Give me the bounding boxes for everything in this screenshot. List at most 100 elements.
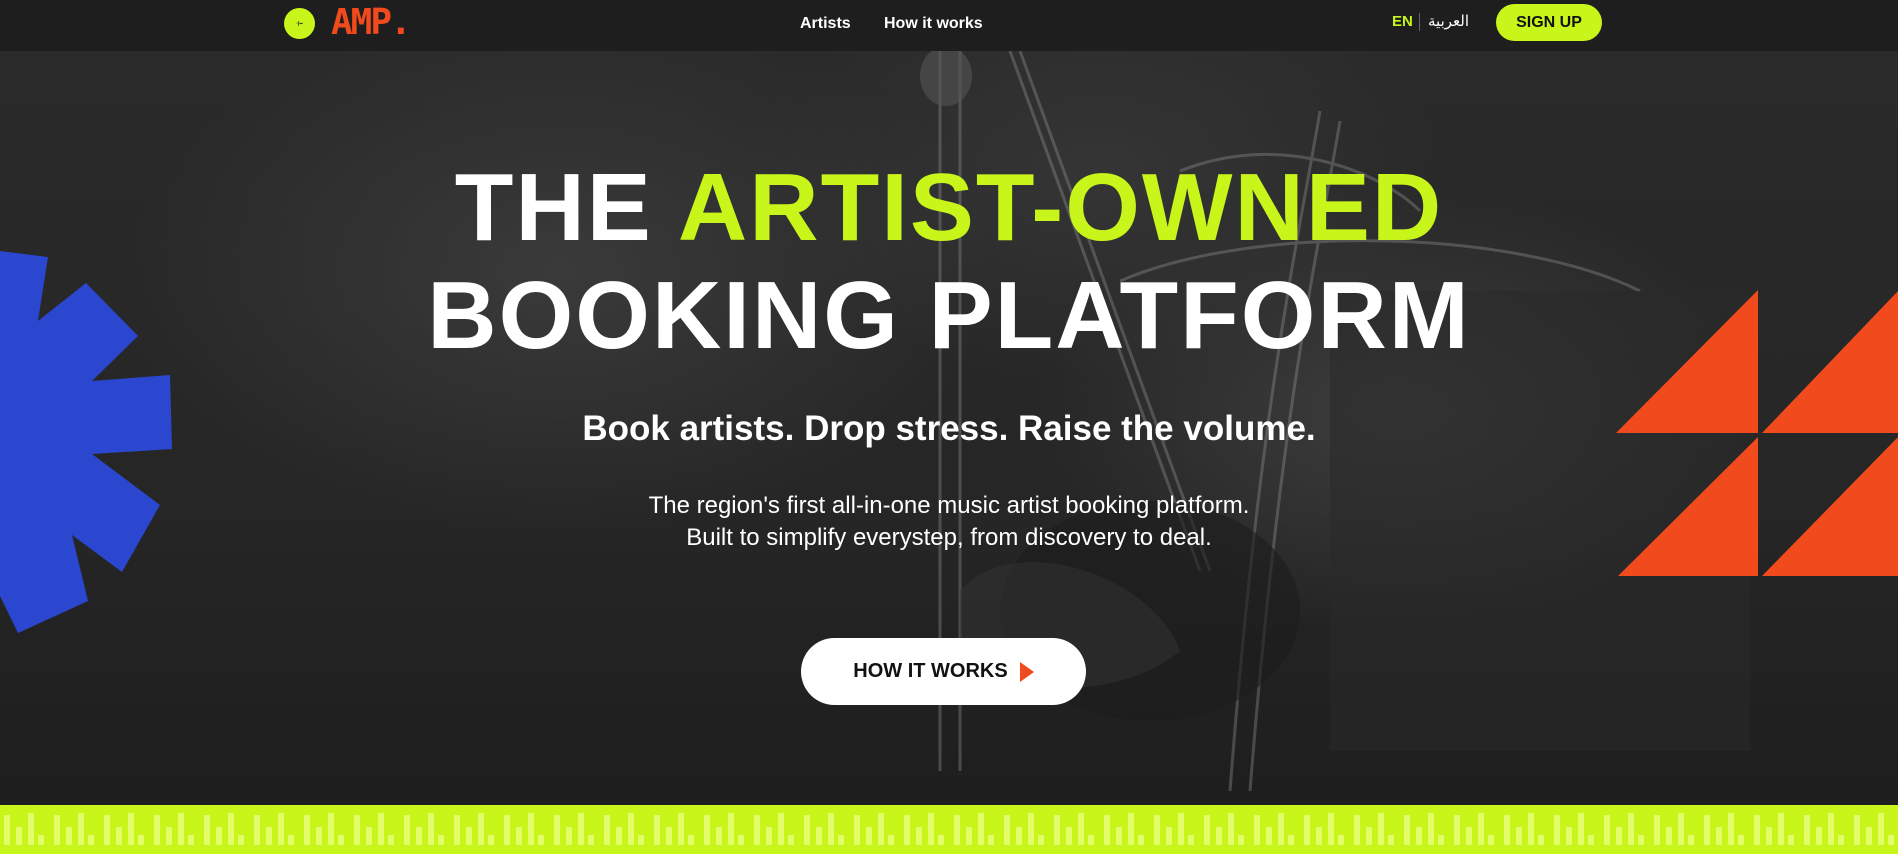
strip-mark [816, 827, 822, 845]
logo-badge-text: ·|▪▪ [296, 20, 303, 27]
strip-mark [1438, 835, 1444, 845]
strip-mark [1204, 815, 1210, 845]
strip-mark [1088, 835, 1094, 845]
strip-mark [788, 835, 794, 845]
strip-mark [1478, 813, 1484, 845]
strip-mark [1266, 827, 1272, 845]
strip-mark [1428, 813, 1434, 845]
strip-mark [1028, 813, 1034, 845]
strip-mark [1078, 813, 1084, 845]
logo-badge-icon[interactable]: ·|▪▪ [284, 8, 315, 39]
strip-mark [1666, 827, 1672, 845]
strip-mark [1188, 835, 1194, 845]
strip-mark [16, 827, 22, 845]
strip-mark [1516, 827, 1522, 845]
strip-mark [1254, 815, 1260, 845]
hero-title-line-2: BOOKING PLATFORM [427, 262, 1471, 369]
strip-mark [188, 835, 194, 845]
strip-mark [228, 813, 234, 845]
language-en-button[interactable]: EN [1392, 12, 1413, 32]
how-it-works-button[interactable]: HOW IT WORKS [801, 638, 1086, 705]
strip-mark [1678, 813, 1684, 845]
strip-mark [1488, 835, 1494, 845]
logo-wordmark[interactable]: AMP. [331, 2, 412, 44]
strip-mark [216, 827, 222, 845]
strip-mark [1704, 815, 1710, 845]
top-nav: ·|▪▪ AMP. Artists How it works EN العربي… [0, 0, 1898, 51]
strip-mark [66, 827, 72, 845]
strip-mark [404, 815, 410, 845]
strip-mark [1128, 813, 1134, 845]
strip-mark [654, 815, 660, 845]
strip-mark [1038, 835, 1044, 845]
pattern-strip-graphic [4, 813, 1894, 845]
strip-mark [688, 835, 694, 845]
strip-mark [1816, 827, 1822, 845]
strip-mark [278, 813, 284, 845]
strip-mark [1238, 835, 1244, 845]
hero-title-plain: THE [454, 154, 678, 261]
tuning-peg-shape [920, 51, 972, 106]
strip-mark [1404, 815, 1410, 845]
strip-mark [28, 813, 34, 845]
strip-mark [988, 835, 994, 845]
strip-mark [666, 827, 672, 845]
strip-mark [1604, 815, 1610, 845]
strip-mark [904, 815, 910, 845]
strip-mark [288, 835, 294, 845]
strip-mark [1388, 835, 1394, 845]
strip-mark [116, 827, 122, 845]
strip-mark [1766, 827, 1772, 845]
strip-mark [1216, 827, 1222, 845]
strip-mark [1888, 835, 1894, 845]
strip-mark [1566, 827, 1572, 845]
strip-mark [378, 813, 384, 845]
strip-mark [1828, 813, 1834, 845]
strip-mark [1416, 827, 1422, 845]
strip-mark [1366, 827, 1372, 845]
strip-mark [928, 813, 934, 845]
strip-mark [1804, 815, 1810, 845]
strip-mark [1628, 813, 1634, 845]
strip-mark [1004, 815, 1010, 845]
nav-link-how-it-works[interactable]: How it works [884, 14, 983, 34]
strip-mark [1838, 835, 1844, 845]
strip-mark [154, 815, 160, 845]
strip-mark [678, 813, 684, 845]
strip-mark [454, 815, 460, 845]
strip-mark [616, 827, 622, 845]
strip-mark [1378, 813, 1384, 845]
strip-mark [104, 815, 110, 845]
strip-mark [1166, 827, 1172, 845]
strip-mark [238, 835, 244, 845]
strip-mark [1104, 815, 1110, 845]
language-ar-button[interactable]: العربية [1428, 12, 1469, 32]
strip-mark [504, 815, 510, 845]
strip-mark [1578, 813, 1584, 845]
strip-mark [354, 815, 360, 845]
hero-tagline: Book artists. Drop stress. Raise the vol… [582, 409, 1316, 448]
strip-mark [1866, 827, 1872, 845]
nav-link-artists[interactable]: Artists [800, 14, 851, 34]
strip-mark [1178, 813, 1184, 845]
strip-mark [4, 815, 10, 845]
strip-mark [854, 815, 860, 845]
strip-mark [254, 815, 260, 845]
strip-mark [1016, 827, 1022, 845]
strip-mark [1316, 827, 1322, 845]
strip-mark [938, 835, 944, 845]
strip-mark [538, 835, 544, 845]
strip-mark [166, 827, 172, 845]
strip-mark [266, 827, 272, 845]
strip-mark [754, 815, 760, 845]
strip-mark [466, 827, 472, 845]
sign-up-button[interactable]: SIGN UP [1496, 4, 1602, 41]
strip-mark [1138, 835, 1144, 845]
strip-mark [1054, 815, 1060, 845]
strip-mark [704, 815, 710, 845]
strip-mark [838, 835, 844, 845]
strip-mark [328, 813, 334, 845]
strip-mark [1354, 815, 1360, 845]
strip-mark [588, 835, 594, 845]
strip-mark [488, 835, 494, 845]
